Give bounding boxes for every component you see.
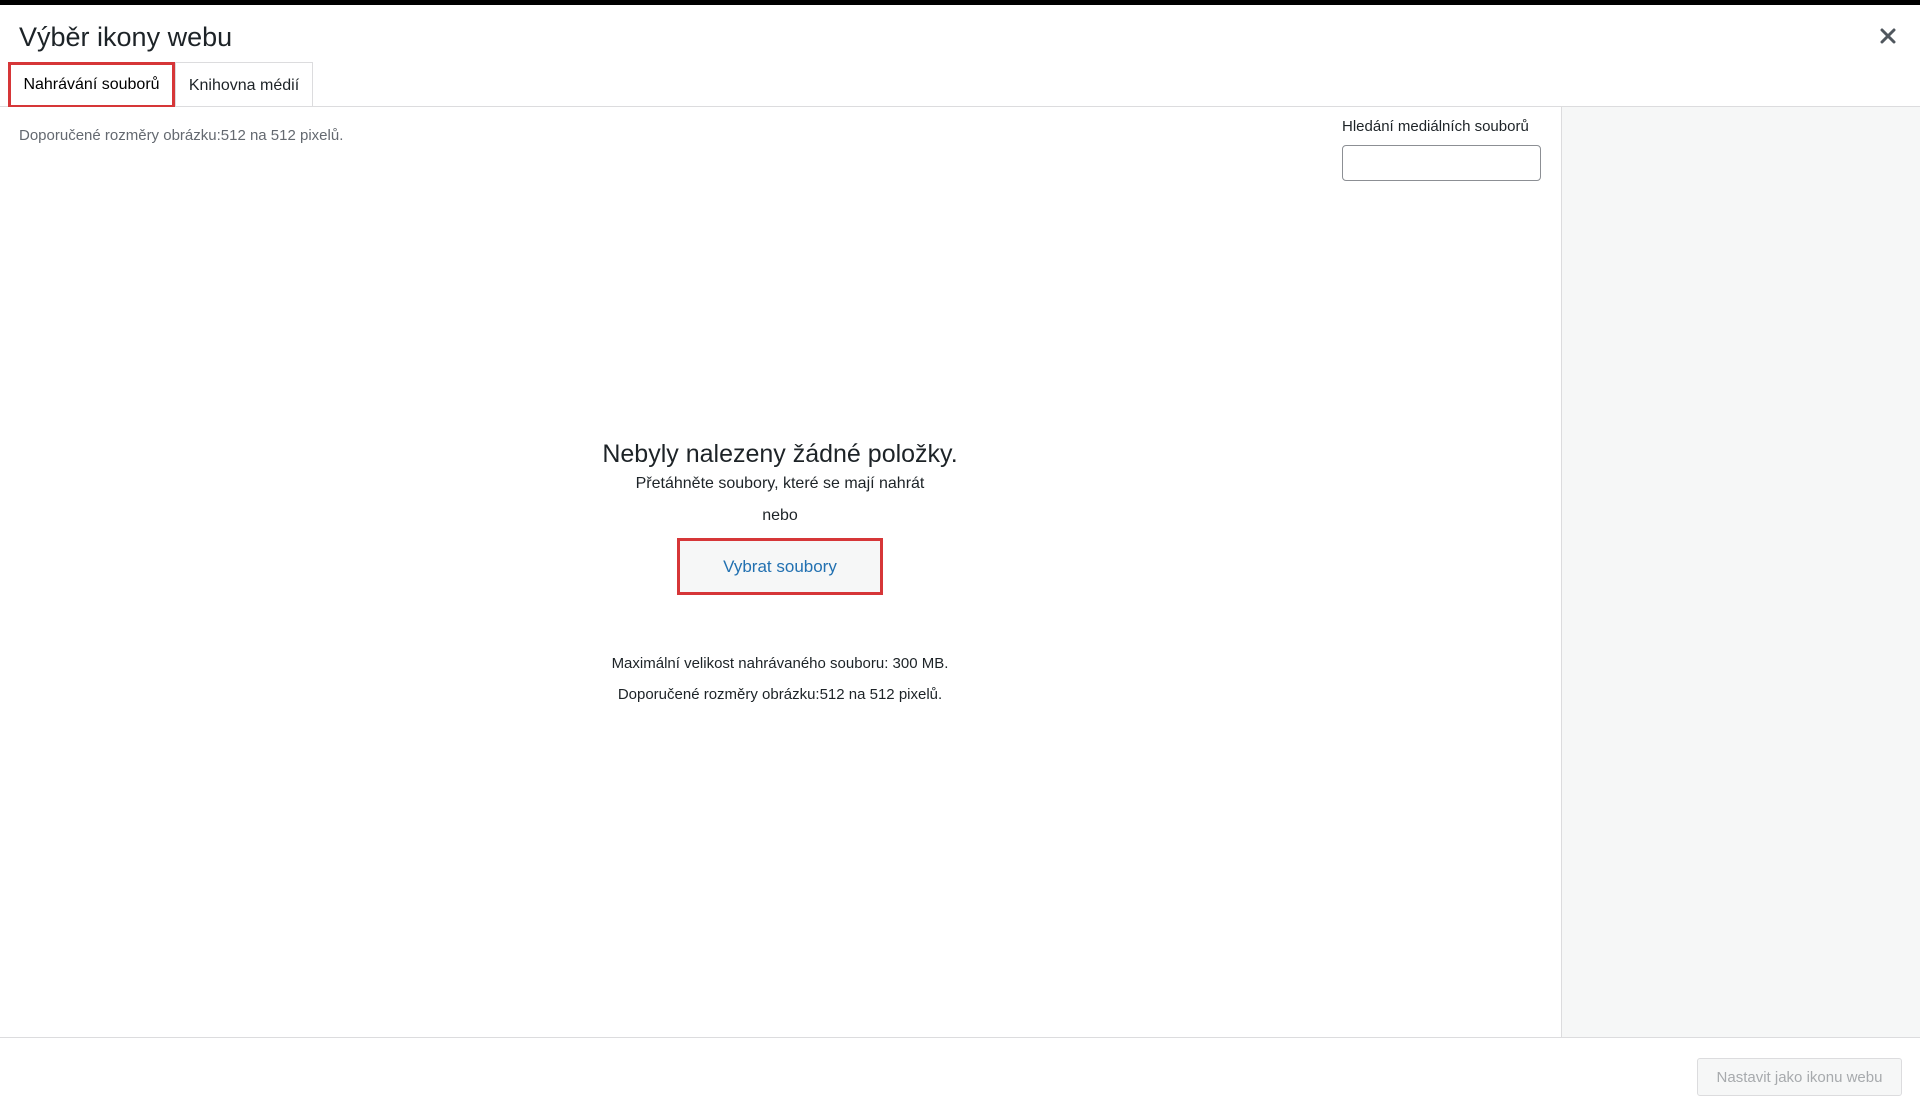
recommended-dimensions-hint: Doporučené rozměry obrázku:512 na 512 pi… (19, 127, 344, 144)
search-label: Hledání mediálních souborů (1342, 118, 1529, 135)
upload-content: Doporučené rozměry obrázku:512 na 512 pi… (0, 107, 1561, 1037)
close-button[interactable] (1868, 20, 1908, 54)
max-upload-size: Maximální velikost nahrávaného souboru: … (611, 655, 949, 672)
set-site-icon-button[interactable]: Nastavit jako ikonu webu (1697, 1058, 1902, 1096)
tab-upload-files[interactable]: Nahrávání souborů (8, 62, 175, 108)
drag-instructions: Přetáhněte soubory, které se mají nahrát (635, 475, 925, 492)
recommended-dimensions: Doporučené rozměry obrázku:512 na 512 pi… (617, 686, 943, 703)
no-items-heading: Nebyly nalezeny žádné položky. (602, 440, 958, 468)
close-icon (1880, 28, 1896, 47)
or-separator: nebo (762, 507, 798, 524)
modal-toolbar: Nastavit jako ikonu webu (0, 1037, 1920, 1111)
upload-dropzone[interactable]: Nebyly nalezeny žádné položky. Přetáhnět… (480, 437, 1080, 705)
site-icon-modal: Výběr ikony webu Nahrávání souborů Kniho… (0, 0, 1920, 1111)
media-search-input[interactable] (1342, 145, 1541, 181)
tab-bar: Nahrávání souborů Knihovna médií (0, 62, 1920, 108)
top-bar (0, 0, 1920, 5)
attachment-details-sidebar (1561, 107, 1920, 1037)
select-files-button[interactable]: Vybrat soubory (677, 538, 883, 595)
tab-media-library[interactable]: Knihovna médií (175, 62, 313, 107)
modal-title: Výběr ikony webu (19, 22, 233, 52)
